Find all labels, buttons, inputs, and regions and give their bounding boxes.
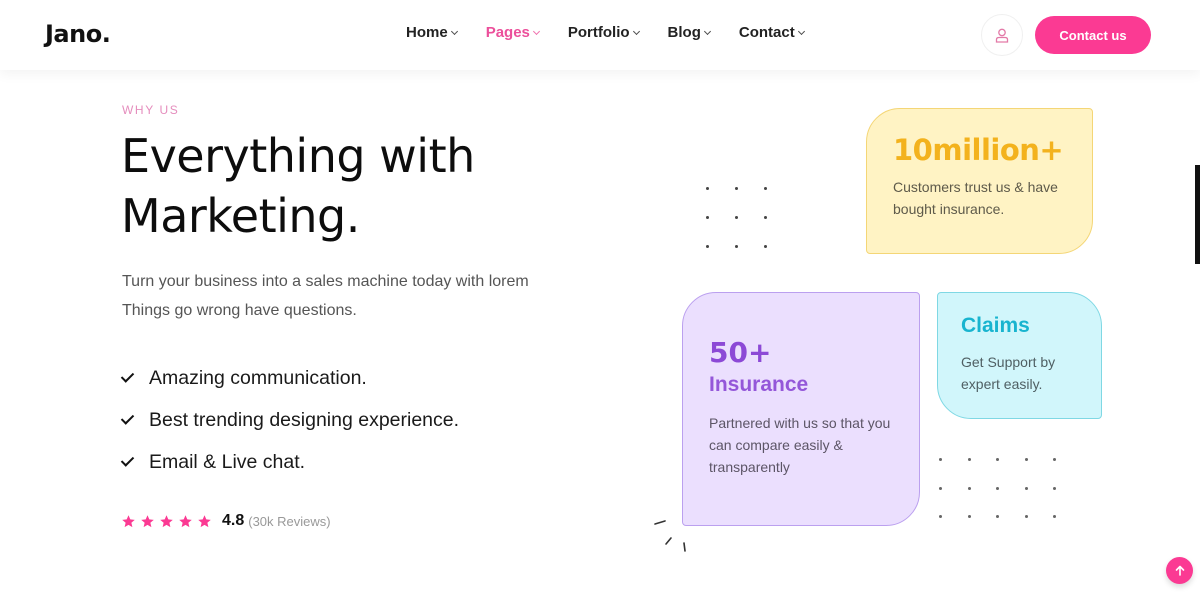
dot bbox=[996, 486, 999, 490]
chevron-down-icon bbox=[532, 27, 540, 35]
check-icon bbox=[120, 453, 135, 467]
arrow-up-icon bbox=[1175, 565, 1184, 576]
dot bbox=[939, 515, 942, 518]
chevron-down-icon bbox=[797, 27, 805, 35]
star-icon bbox=[141, 514, 154, 527]
dot bbox=[1053, 458, 1056, 461]
nav-item-label: Contact bbox=[738, 24, 795, 41]
insurance-subtitle: Insurance bbox=[709, 373, 809, 396]
dot bbox=[764, 245, 767, 248]
dot bbox=[996, 458, 999, 461]
star-icon bbox=[160, 514, 173, 527]
chevron-down-icon bbox=[703, 27, 711, 35]
rating: 4.8 (30k Reviews) bbox=[121, 512, 331, 530]
customers-card: 10million+ Customers trust us & have bou… bbox=[866, 108, 1093, 254]
hero-title: Everything with Marketing. bbox=[121, 126, 601, 246]
feature-text: Best trending designing experience. bbox=[149, 408, 460, 431]
spark-decoration-icon bbox=[654, 520, 686, 552]
dot bbox=[764, 216, 767, 219]
feature-item: Amazing communication. bbox=[120, 357, 459, 399]
check-icon bbox=[120, 411, 135, 425]
star-icon bbox=[198, 514, 211, 527]
nav-item-label: Pages bbox=[485, 24, 530, 41]
star-rating bbox=[121, 514, 216, 529]
hero-description-line2: Things go wrong have questions. bbox=[122, 301, 357, 319]
nav-item-label: Portfolio bbox=[567, 24, 630, 41]
dot bbox=[764, 187, 767, 190]
side-scroll-indicator[interactable] bbox=[1195, 165, 1200, 264]
insurance-card: 50+ Insurance Partnered with us so that … bbox=[682, 292, 920, 526]
site-header: Jano. Home Pages Portfolio Blog Contact … bbox=[0, 0, 1200, 70]
dot bbox=[967, 458, 971, 461]
dot bbox=[1024, 486, 1028, 490]
nav-item-label: Home bbox=[406, 24, 448, 41]
nav-item-pages[interactable]: Pages bbox=[485, 24, 540, 41]
dot bbox=[996, 515, 999, 518]
dot bbox=[1024, 515, 1028, 518]
feature-text: Email & Live chat. bbox=[149, 450, 306, 473]
customers-stat: 10million+ bbox=[893, 133, 1064, 167]
nav-item-contact[interactable]: Contact bbox=[738, 24, 805, 41]
nav-item-home[interactable]: Home bbox=[406, 24, 458, 41]
nav-item-label: Blog bbox=[667, 24, 701, 41]
feature-text: Amazing communication. bbox=[149, 366, 367, 389]
chevron-down-icon bbox=[450, 27, 458, 35]
insurance-text: Partnered with us so that you can compar… bbox=[709, 415, 891, 475]
rating-value: 4.8 bbox=[222, 512, 245, 529]
dot bbox=[706, 187, 709, 190]
feature-item: Email & Live chat. bbox=[120, 441, 459, 483]
chevron-down-icon bbox=[632, 27, 640, 35]
back-to-top-button[interactable] bbox=[1166, 557, 1193, 584]
user-icon bbox=[995, 28, 1009, 43]
dot bbox=[735, 245, 738, 248]
star-icon bbox=[122, 514, 135, 527]
dot bbox=[735, 216, 738, 219]
dot bbox=[1053, 486, 1056, 490]
dot bbox=[706, 216, 709, 219]
dot-grid-decoration bbox=[706, 187, 767, 248]
dot bbox=[939, 458, 942, 461]
insurance-stat: 50+ bbox=[709, 336, 772, 369]
customers-text: Customers trust us & have bought insuran… bbox=[893, 179, 1058, 217]
dot-grid-decoration bbox=[939, 458, 1056, 518]
logo[interactable]: Jano. bbox=[45, 20, 111, 48]
nav-item-portfolio[interactable]: Portfolio bbox=[567, 24, 640, 41]
dot bbox=[967, 515, 971, 518]
dot bbox=[967, 486, 971, 490]
dot bbox=[706, 245, 709, 248]
feature-item: Best trending designing experience. bbox=[120, 399, 459, 441]
hero-description: Turn your business into a sales machine … bbox=[122, 268, 562, 325]
account-button[interactable] bbox=[981, 14, 1023, 56]
feature-list: Amazing communication. Best trending des… bbox=[120, 357, 459, 483]
dot bbox=[735, 187, 738, 190]
hero-title-line1: Everything with bbox=[121, 129, 475, 183]
claims-card: Claims Get Support by expert easily. bbox=[937, 292, 1102, 419]
nav-item-blog[interactable]: Blog bbox=[667, 24, 711, 41]
claims-title: Claims bbox=[961, 314, 1030, 337]
dot bbox=[1053, 515, 1056, 518]
hero-description-line1: Turn your business into a sales machine … bbox=[122, 273, 529, 290]
dot bbox=[939, 486, 942, 490]
claims-text: Get Support by expert easily. bbox=[961, 354, 1056, 392]
dot bbox=[1024, 458, 1028, 461]
main-nav: Home Pages Portfolio Blog Contact bbox=[406, 24, 833, 41]
rating-count: (30k Reviews) bbox=[248, 513, 331, 529]
check-icon bbox=[120, 369, 135, 383]
star-icon bbox=[179, 514, 192, 527]
section-eyebrow: WHY US bbox=[122, 103, 180, 117]
contact-us-button[interactable]: Contact us bbox=[1035, 16, 1151, 54]
hero-title-line2: Marketing. bbox=[121, 189, 360, 243]
